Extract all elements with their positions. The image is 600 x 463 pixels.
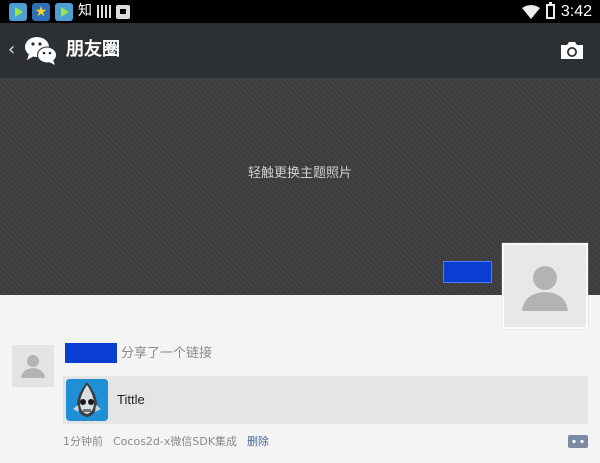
redacted-poster-name[interactable] [65, 343, 117, 363]
poster-avatar[interactable] [12, 345, 54, 387]
comment-icon[interactable] [568, 434, 588, 450]
wifi-icon [521, 4, 540, 19]
feed-meta: 1分钟前 Cocos2d-x微信SDK集成 删除 [63, 434, 269, 450]
cover-change-hint: 轻触更换主题照片 [247, 166, 352, 181]
post-source[interactable]: Cocos2d-x微信SDK集成 [113, 434, 237, 450]
link-title: Tittle [117, 392, 145, 407]
cocos-logo-icon [66, 379, 108, 421]
star-app-icon: ★ [32, 2, 50, 21]
delete-link[interactable]: 删除 [247, 434, 269, 450]
status-bar: ★ 知 3:42 [0, 0, 600, 23]
system-status: 3:42 [521, 1, 592, 22]
barcode-icon [97, 5, 111, 18]
profile-avatar[interactable] [502, 243, 588, 329]
page-title: 朋友圈 [66, 39, 120, 60]
notification-icons: ★ 知 [9, 2, 130, 21]
play-store-icon [55, 2, 73, 21]
status-time: 3:42 [560, 2, 592, 20]
action-bar: ‹ 朋友圈 [0, 23, 600, 78]
camera-icon[interactable] [560, 37, 584, 63]
battery-icon [545, 2, 555, 19]
zhihu-notification-icon: 知 [78, 3, 92, 19]
feed-action-text: 分享了一个链接 [121, 346, 213, 361]
default-avatar-icon [522, 266, 568, 311]
post-time: 1分钟前 [63, 435, 103, 448]
redacted-nickname [443, 261, 492, 283]
back-button[interactable]: ‹ [8, 37, 22, 63]
link-thumbnail [66, 379, 108, 421]
shopping-bag-icon [116, 4, 130, 19]
shared-link-card[interactable]: Tittle [63, 376, 588, 424]
default-avatar-icon [21, 355, 45, 378]
play-store-icon [9, 2, 27, 21]
wechat-logo-icon[interactable] [24, 35, 58, 67]
